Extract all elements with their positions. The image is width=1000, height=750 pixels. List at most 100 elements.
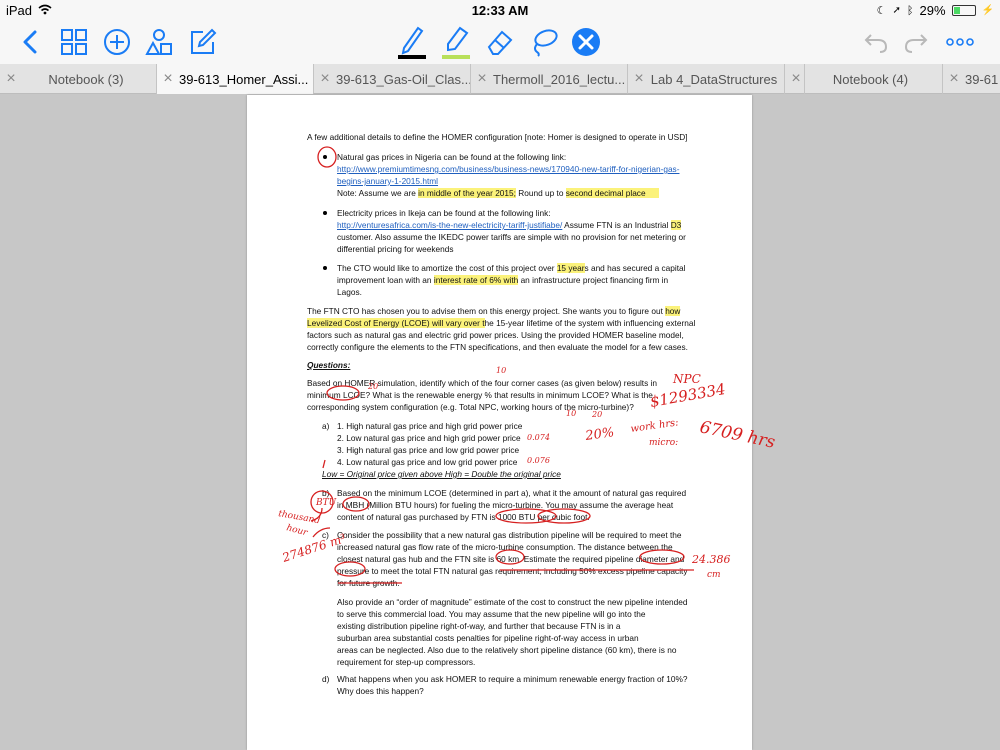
part-c-label: c) [322, 530, 329, 540]
status-bar: iPad 12:33 AM ☾ ➚ ᛒ 29% ⚡ [0, 0, 1000, 20]
paragraph-line: correctly configure the elements to the … [307, 342, 688, 352]
close-tab-icon[interactable]: × [628, 70, 650, 88]
redo-icon[interactable] [900, 26, 932, 58]
part-c-line: increased natural gas flow rate of the m… [337, 542, 673, 552]
eraser-tool-icon[interactable] [484, 26, 516, 58]
clock: 12:33 AM [471, 3, 529, 18]
bullet1-note: Note: Assume we are in middle of the yea… [337, 187, 660, 199]
highlight: 15 year [556, 263, 585, 273]
part-c-line: pressure to meet the total FTN natural g… [337, 566, 688, 576]
part-b-line: Based on the minimum LCOE (determined in… [337, 488, 687, 498]
add-icon[interactable] [101, 26, 133, 58]
case-item: 3. High natural gas price and low grid p… [337, 445, 520, 455]
part-c-line: closest natural gas hub and the FTN site… [337, 554, 685, 564]
bullet2-line1: Electricity prices in Ikeja can be found… [337, 208, 551, 218]
electricity-price-link[interactable]: http://venturesafrica.com/is-the-new-ele… [337, 220, 562, 230]
highlight: how [665, 306, 681, 316]
pen-tool-icon[interactable] [396, 26, 428, 59]
close-tab-icon[interactable]: × [785, 70, 804, 88]
tab-thermoll[interactable]: × Thermoll_2016_lectu... [471, 64, 628, 94]
shapes-icon[interactable] [143, 26, 175, 58]
tab-lab4[interactable]: × Lab 4_DataStructures [628, 64, 785, 94]
question-line: corresponding system configuration (e.g.… [307, 402, 634, 412]
highlight: interest rate of 6% with [433, 275, 519, 285]
case-item: 2. Low natural gas price and high grid p… [337, 433, 521, 443]
lasso-tool-icon[interactable] [528, 26, 560, 58]
close-annotation-icon[interactable] [570, 26, 602, 58]
text: he 15-year lifetime of the system with i… [484, 318, 696, 328]
tab-notebook-4[interactable]: Notebook (4) [805, 64, 943, 94]
tab-39-61[interactable]: × 39-61 [943, 64, 1000, 94]
battery-percent: 29% [919, 3, 946, 18]
edit-note-icon[interactable] [187, 26, 219, 58]
bluetooth-icon: ᛒ [906, 4, 914, 17]
paragraph-line: Levelized Cost of Energy (LCOE) will var… [307, 317, 695, 329]
intro-text: A few additional details to define the H… [307, 132, 688, 142]
close-tab-icon[interactable]: × [943, 70, 965, 88]
bullet-marker [323, 266, 327, 270]
part-c2-line: requirement for step-up compressors. [337, 657, 476, 667]
part-c2-line: Also provide an “order of magnitude” est… [337, 597, 688, 607]
case-item: 4. Low natural gas price and low grid po… [337, 457, 518, 467]
toolbar [0, 20, 1000, 64]
text: s and has secured a capital [584, 263, 686, 273]
price-legend: Low = Original price given above High = … [322, 469, 561, 479]
undo-icon[interactable] [860, 26, 892, 58]
tab-gas-oil[interactable]: × 39-613_Gas-Oil_Clas... [314, 64, 471, 94]
case-item: 1. High natural gas price and high grid … [337, 421, 523, 431]
close-tab-icon[interactable]: × [0, 70, 22, 88]
bullet-marker [323, 155, 327, 159]
pdf-page: A few additional details to define the H… [247, 95, 752, 750]
gas-price-link[interactable]: http://www.premiumtimesng.com/business/b… [337, 163, 679, 175]
tab-notebook-3[interactable]: × Notebook (3) [0, 64, 157, 94]
note-text: Note: Assume we are [337, 188, 419, 198]
back-button[interactable] [14, 26, 46, 58]
part-d-line: What happens when you ask HOMER to requi… [337, 674, 688, 684]
part-b-line: in MBH (Million BTU hours) for fueling t… [337, 500, 674, 510]
note-text: Round up to [515, 188, 566, 198]
bullet2-line3: customer. Also assume the IKEDC power ta… [337, 232, 686, 242]
paragraph-line: The FTN CTO has chosen you to advise the… [307, 305, 681, 317]
highlight: Levelized Cost of Energy (LCOE) will var… [307, 318, 485, 328]
more-options-icon[interactable] [944, 26, 976, 58]
highlight: D3 [670, 220, 682, 230]
bullet2-line4: differential pricing for weekends [337, 244, 454, 254]
part-a-label: a) [322, 421, 330, 431]
close-tab-icon[interactable]: × [157, 70, 179, 88]
question-line: minimum LCOE? What is the renewable ener… [307, 390, 653, 400]
bullet3-line2: improvement loan with an interest rate o… [337, 274, 668, 286]
part-c2-line: areas can be neglected. Also due to the … [337, 645, 677, 655]
highlight: in middle of the year 2015; [418, 188, 516, 198]
gas-price-link-cont[interactable]: begins-january-1-2015.html [337, 175, 438, 187]
part-c2-line: existing distribution pipeline right-of-… [337, 621, 621, 631]
part-c-line: Consider the possibility that a new natu… [337, 530, 682, 540]
grid-view-icon[interactable] [58, 26, 90, 58]
highlight: second decimal place [565, 188, 646, 198]
bullet-marker [323, 211, 327, 215]
part-b-label: b) [322, 488, 330, 498]
highlight-tail [645, 188, 660, 198]
part-c2-line: suburban area substantial costs penaltie… [337, 633, 639, 643]
part-c-line: for future growth. [337, 578, 400, 588]
tab-homer-assignment[interactable]: × 39-613_Homer_Assi... [157, 64, 314, 94]
bullet3-line3: Lagos. [337, 287, 362, 297]
text: The FTN CTO has chosen you to advise the… [307, 306, 666, 316]
text: The CTO would like to amortize the cost … [337, 263, 557, 273]
part-d-line: Why does this happen? [337, 686, 424, 696]
highlighter-tool-icon[interactable] [440, 26, 472, 59]
paragraph-line: factors such as natural gas and electric… [307, 330, 684, 340]
questions-heading: Questions: [307, 360, 351, 370]
moon-icon: ☾ [876, 5, 887, 17]
tab-bar: × Notebook (3) × 39-613_Homer_Assi... × … [0, 64, 1000, 94]
close-tab-icon[interactable]: × [471, 70, 493, 88]
text: an infrastructure project financing firm… [518, 275, 669, 285]
location-arrow-icon: ➚ [892, 5, 901, 16]
charging-icon: ⚡ [981, 5, 994, 16]
close-tab-icon[interactable]: × [314, 70, 336, 88]
bullet2-line2: http://venturesafrica.com/is-the-new-ele… [337, 219, 682, 231]
text: Assume FTN is an Industrial [562, 220, 671, 230]
question-line: Based on HOMER simulation, identify whic… [307, 378, 658, 388]
tab-blank[interactable]: × [785, 64, 805, 94]
bullet3-line1: The CTO would like to amortize the cost … [337, 262, 686, 274]
part-c2-line: to serve this commercial load. You may a… [337, 609, 646, 619]
